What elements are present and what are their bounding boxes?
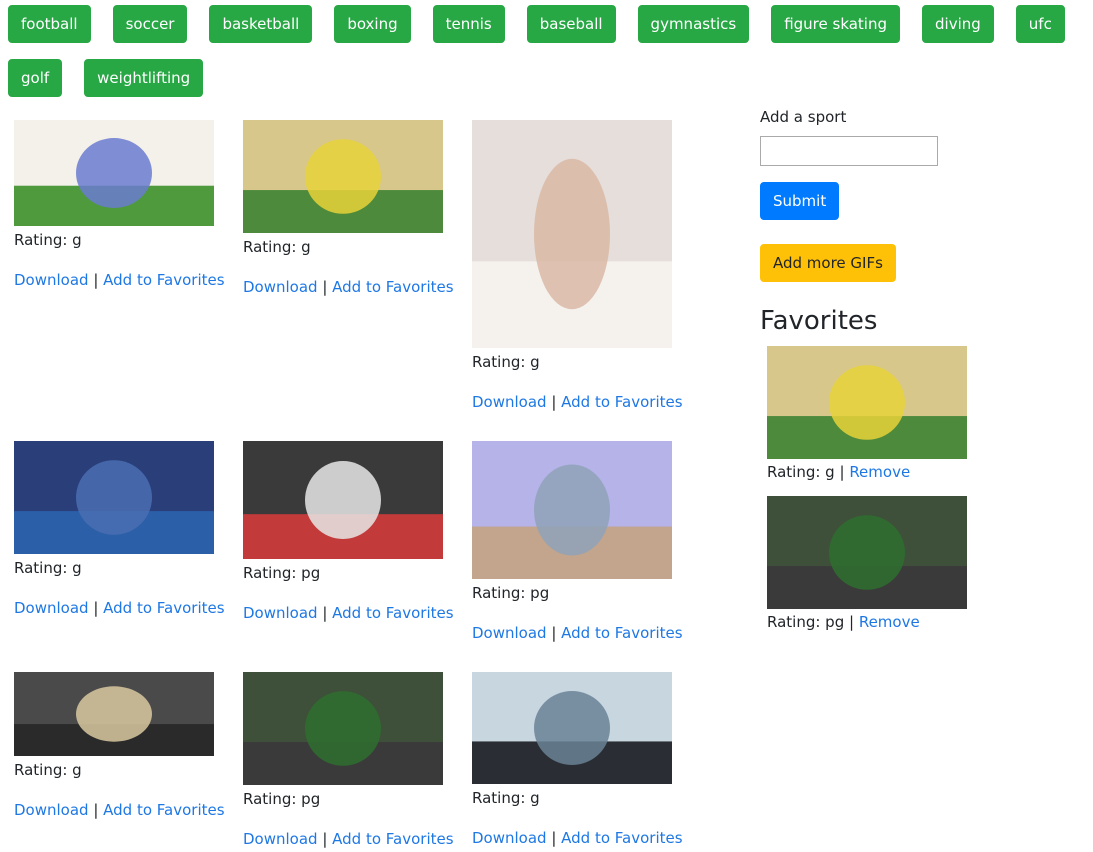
gif-card: Rating: g Download | Add to Favorites <box>14 672 225 820</box>
gif-rating: Rating: pg <box>243 564 321 582</box>
gif-rating: Rating: g <box>472 353 540 371</box>
gif-image <box>243 672 443 785</box>
favorites-list: Rating: g | Remove Rating: pg | Remove <box>760 346 1090 632</box>
gif-rating: Rating: pg <box>472 584 550 602</box>
gif-image <box>243 441 443 559</box>
gif-card: Rating: pg Download | Add to Favorites <box>243 672 454 849</box>
favorite-rating: Rating: pg <box>767 613 845 631</box>
topic-button-golf[interactable]: golf <box>8 59 63 97</box>
sport-input[interactable] <box>760 136 938 166</box>
link-separator: | <box>546 829 562 847</box>
topic-button-gymnastics[interactable]: gymnastics <box>637 5 750 43</box>
gif-card: Rating: pg Download | Add to Favorites <box>472 441 683 643</box>
gif-card: Rating: g Download | Add to Favorites <box>14 441 225 618</box>
download-link[interactable]: Download <box>472 829 547 847</box>
add-to-favorites-link[interactable]: Add to Favorites <box>103 271 224 289</box>
gif-rating: Rating: g <box>14 761 82 779</box>
gif-actions: Download | Add to Favorites <box>243 829 454 849</box>
gif-image <box>14 120 214 226</box>
gif-card: Rating: g Download | Add to Favorites <box>243 120 454 297</box>
download-link[interactable]: Download <box>243 830 318 848</box>
link-separator: | <box>88 599 104 617</box>
favorite-rating-row: Rating: g | Remove <box>767 462 1090 482</box>
download-link[interactable]: Download <box>243 278 318 296</box>
add-to-favorites-link[interactable]: Add to Favorites <box>103 801 224 819</box>
topic-button-ufc[interactable]: ufc <box>1015 5 1065 43</box>
gif-card: Rating: g Download | Add to Favorites <box>472 120 683 412</box>
link-separator: | <box>88 271 104 289</box>
favorite-gif-image <box>767 496 967 609</box>
gif-actions: Download | Add to Favorites <box>472 392 683 412</box>
link-separator: | <box>834 463 850 481</box>
remove-favorite-link[interactable]: Remove <box>849 463 910 481</box>
gif-actions: Download | Add to Favorites <box>14 270 225 290</box>
gif-card: Rating: g Download | Add to Favorites <box>14 120 225 290</box>
topic-button-weightlifting[interactable]: weightlifting <box>84 59 204 97</box>
gif-rating: Rating: g <box>472 789 540 807</box>
favorite-rating-row: Rating: pg | Remove <box>767 612 1090 632</box>
add-more-gifs-button[interactable]: Add more GIFs <box>760 244 896 282</box>
sidebar: Add a sport Submit Add more GIFs Favorit… <box>760 106 1090 646</box>
gif-rating: Rating: g <box>14 559 82 577</box>
add-to-favorites-link[interactable]: Add to Favorites <box>332 604 453 622</box>
add-to-favorites-link[interactable]: Add to Favorites <box>332 830 453 848</box>
add-to-favorites-link[interactable]: Add to Favorites <box>332 278 453 296</box>
topic-button-football[interactable]: football <box>8 5 91 43</box>
download-link[interactable]: Download <box>243 604 318 622</box>
topic-button-diving[interactable]: diving <box>922 5 994 43</box>
gif-actions: Download | Add to Favorites <box>472 623 683 643</box>
download-link[interactable]: Download <box>472 624 547 642</box>
topic-button-basketball[interactable]: basketball <box>209 5 313 43</box>
favorite-item: Rating: g | Remove <box>767 346 1090 482</box>
gif-actions: Download | Add to Favorites <box>14 598 225 618</box>
favorite-item: Rating: pg | Remove <box>767 496 1090 632</box>
link-separator: | <box>317 604 333 622</box>
gif-rating: Rating: g <box>243 238 311 256</box>
gif-actions: Download | Add to Favorites <box>243 603 454 623</box>
gif-card: Rating: pg Download | Add to Favorites <box>243 441 454 623</box>
gif-rating: Rating: pg <box>243 790 321 808</box>
gif-actions: Download | Add to Favorites <box>14 800 225 820</box>
topic-button-tennis[interactable]: tennis <box>432 5 505 43</box>
gif-actions: Download | Add to Favorites <box>243 277 454 297</box>
remove-favorite-link[interactable]: Remove <box>859 613 920 631</box>
topic-button-bar: football soccer basketball boxing tennis base… <box>8 5 1093 113</box>
topic-button-boxing[interactable]: boxing <box>334 5 411 43</box>
gif-image <box>14 672 214 756</box>
link-separator: | <box>546 624 562 642</box>
gif-actions: Download | Add to Favorites <box>472 828 683 848</box>
gif-image <box>243 120 443 233</box>
add-to-favorites-link[interactable]: Add to Favorites <box>103 599 224 617</box>
submit-button[interactable]: Submit <box>760 182 840 220</box>
link-separator: | <box>88 801 104 819</box>
link-separator: | <box>317 278 333 296</box>
favorite-rating: Rating: g <box>767 463 835 481</box>
add-to-favorites-link[interactable]: Add to Favorites <box>561 624 682 642</box>
link-separator: | <box>844 613 859 631</box>
add-sport-label: Add a sport <box>760 108 847 126</box>
favorites-heading: Favorites <box>760 306 878 336</box>
gif-image <box>14 441 214 554</box>
favorite-gif-image <box>767 346 967 459</box>
gif-image <box>472 441 672 579</box>
download-link[interactable]: Download <box>14 801 89 819</box>
add-to-favorites-link[interactable]: Add to Favorites <box>561 393 682 411</box>
gif-rating: Rating: g <box>14 231 82 249</box>
gif-card: Rating: g Download | Add to Favorites <box>472 672 683 848</box>
gif-image <box>472 672 672 784</box>
link-separator: | <box>546 393 562 411</box>
download-link[interactable]: Download <box>14 599 89 617</box>
link-separator: | <box>317 830 333 848</box>
download-link[interactable]: Download <box>472 393 547 411</box>
download-link[interactable]: Download <box>14 271 89 289</box>
topic-button-baseball[interactable]: baseball <box>526 5 616 43</box>
gif-image <box>472 120 672 348</box>
topic-button-soccer[interactable]: soccer <box>112 5 188 43</box>
add-to-favorites-link[interactable]: Add to Favorites <box>561 829 682 847</box>
topic-button-figure-skating[interactable]: figure skating <box>771 5 901 43</box>
